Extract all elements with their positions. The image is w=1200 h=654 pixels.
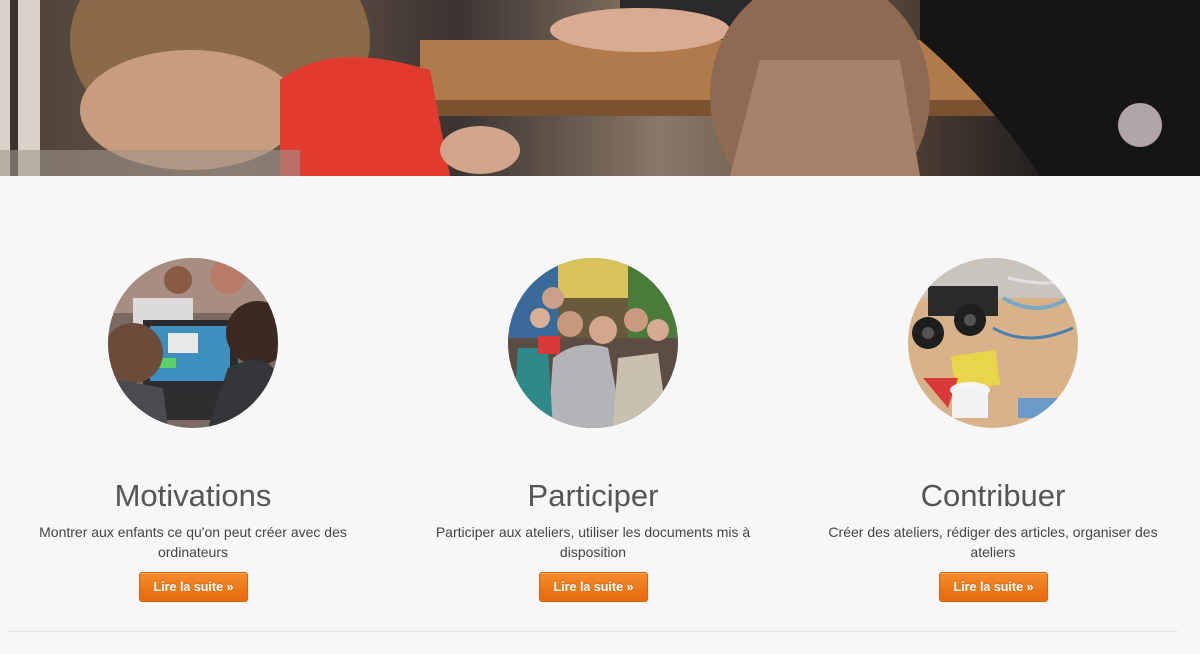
- kids-at-computer-photo: [108, 258, 278, 428]
- read-more-button[interactable]: Lire la suite »: [939, 572, 1048, 602]
- group-of-children-photo: [508, 258, 678, 428]
- feature-description: Participer aux ateliers, utiliser les do…: [435, 524, 751, 560]
- feature-contribuer: Contribuer Créer des ateliers, rédiger d…: [800, 176, 1200, 616]
- section-divider: [8, 631, 1178, 632]
- features-section: Motivations Montrer aux enfants ce qu'on…: [0, 176, 1200, 654]
- feature-description: Montrer aux enfants ce qu'on peut créer …: [39, 524, 347, 560]
- hero-banner-photo: [0, 0, 1200, 176]
- feature-title: Contribuer: [920, 478, 1066, 513]
- feature-title: Participer: [527, 478, 659, 513]
- robot-car-workshop-photo: [908, 258, 1078, 428]
- hero-photo-illustration: [0, 0, 1200, 176]
- feature-title: Motivations: [114, 478, 272, 513]
- read-more-button[interactable]: Lire la suite »: [139, 572, 248, 602]
- feature-motivations: Motivations Montrer aux enfants ce qu'on…: [0, 176, 400, 616]
- feature-participer: Participer Participer aux ateliers, util…: [400, 176, 800, 616]
- feature-description: Créer des ateliers, rédiger des articles…: [828, 524, 1158, 560]
- read-more-button[interactable]: Lire la suite »: [539, 572, 648, 602]
